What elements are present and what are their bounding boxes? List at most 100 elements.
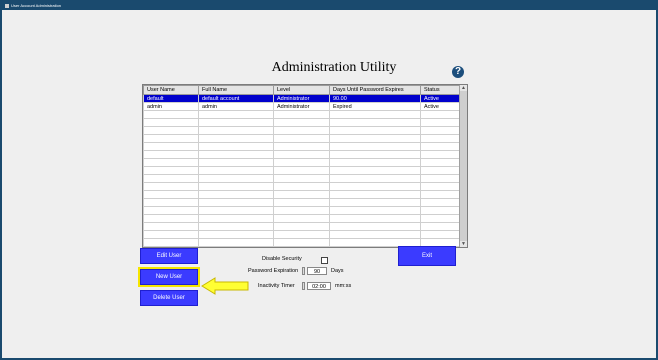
password-expiration-field[interactable]: 90 [307,267,327,275]
table-row[interactable]: admin admin Administrator Expired Active [143,102,460,111]
empty-table-row[interactable] [143,222,460,231]
exit-button[interactable]: Exit [398,246,456,266]
table-cell: default [143,94,199,103]
disable-security-checkbox[interactable] [321,257,328,264]
table-cell: Administrator [273,94,330,103]
column-header-level[interactable]: Level [273,85,330,95]
table-cell [273,142,330,151]
empty-table-row[interactable] [143,166,460,175]
table-cell [329,190,421,199]
table-cell [273,206,330,215]
empty-table-row[interactable] [143,134,460,143]
table-cell: 90.00 [329,94,421,103]
table-cell [198,182,274,191]
arrow-left-icon [201,277,249,295]
table-cell [143,198,199,207]
table-cell: default account [198,94,274,103]
inactivity-timer-spinner[interactable] [302,282,305,290]
column-header-days-until-expires[interactable]: Days Until Password Expires [329,85,421,95]
vertical-scrollbar[interactable]: ▲ ▼ [459,85,467,247]
table-cell [143,150,199,159]
empty-table-row[interactable] [143,126,460,135]
scroll-down-icon[interactable]: ▼ [460,241,467,247]
table-cell [198,198,274,207]
user-table-grid: User Name Full Name Level Days Until Pas… [143,85,460,247]
table-cell [198,126,274,135]
window-title: User Account Administration [11,3,62,8]
password-expiration-spinner[interactable] [302,267,305,275]
table-cell [420,126,460,135]
table-cell [420,174,460,183]
table-cell [420,158,460,167]
empty-table-row[interactable] [143,198,460,207]
table-cell [143,174,199,183]
table-cell [198,214,274,223]
table-cell [420,182,460,191]
table-cell: Active [420,94,460,103]
empty-table-row[interactable] [143,214,460,223]
table-row[interactable]: default default account Administrator 90.00… [143,94,460,103]
empty-table-row[interactable] [143,206,460,215]
table-cell [329,134,421,143]
table-cell [329,110,421,119]
table-cell [420,230,460,239]
table-cell: admin [198,102,274,111]
table-cell [329,230,421,239]
empty-table-row[interactable] [143,110,460,119]
table-cell [273,134,330,143]
table-cell [420,190,460,199]
table-cell [329,118,421,127]
delete-user-button[interactable]: Delete User [140,290,198,306]
table-cell [329,206,421,215]
scroll-up-icon[interactable]: ▲ [460,85,467,91]
page-title: Administration Utility [271,60,397,75]
inactivity-timer-field[interactable]: 02:00 [307,282,331,290]
empty-table-row[interactable] [143,190,460,199]
table-cell [273,150,330,159]
column-header-user-name[interactable]: User Name [143,85,199,95]
table-cell [273,230,330,239]
empty-table-row[interactable] [143,142,460,151]
table-cell [273,198,330,207]
empty-table-row[interactable] [143,174,460,183]
table-cell [198,150,274,159]
table-cell [143,166,199,175]
empty-table-row[interactable] [143,118,460,127]
empty-table-row[interactable] [143,230,460,239]
help-icon[interactable]: ? [452,66,464,78]
table-cell [420,134,460,143]
empty-table-row[interactable] [143,158,460,167]
table-cell [329,214,421,223]
table-cell [420,198,460,207]
table-cell [143,214,199,223]
disable-security-label: Disable Security [262,256,302,262]
table-cell [420,118,460,127]
table-cell [198,190,274,199]
table-cell [329,174,421,183]
table-cell [198,230,274,239]
table-cell [420,110,460,119]
table-cell [420,222,460,231]
table-cell [198,166,274,175]
table-cell: Expired [329,102,421,111]
table-cell [273,166,330,175]
table-cell [329,126,421,135]
table-cell [143,110,199,119]
new-user-button[interactable]: New User [138,267,200,287]
table-cell [329,222,421,231]
column-header-full-name[interactable]: Full Name [198,85,274,95]
table-cell: admin [143,102,199,111]
empty-table-row[interactable] [143,182,460,191]
empty-table-row[interactable] [143,150,460,159]
table-cell [143,206,199,215]
table-cell [143,126,199,135]
edit-user-button[interactable]: Edit User [140,248,198,264]
table-cell [198,238,274,247]
title-bar: User Account Administration [2,2,656,10]
table-cell [198,206,274,215]
table-cell [420,214,460,223]
table-cell [198,110,274,119]
column-header-status[interactable]: Status [420,85,460,95]
table-cell [273,158,330,167]
inactivity-timer-label: Inactivity Timer [258,283,295,289]
